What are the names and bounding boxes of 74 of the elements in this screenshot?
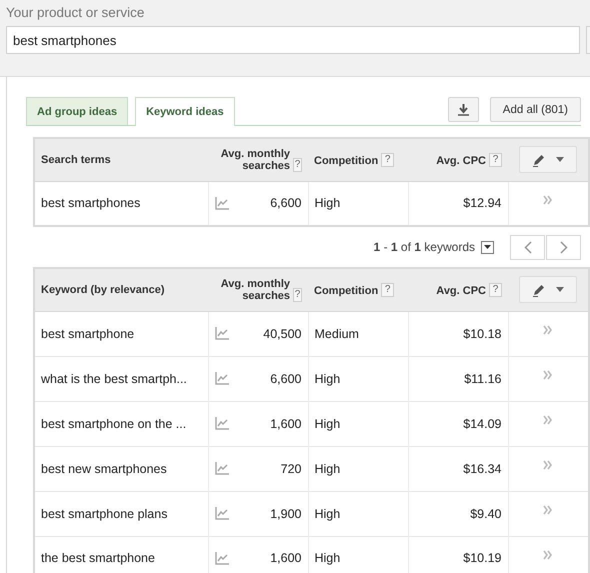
trend-chart-icon bbox=[214, 417, 228, 430]
pencil-icon bbox=[532, 152, 546, 167]
column-header: Search terms bbox=[41, 154, 111, 166]
double-chevron-icon bbox=[543, 324, 554, 334]
caret-icon bbox=[484, 245, 491, 249]
double-chevron-icon bbox=[543, 194, 554, 204]
keyword-cell: the best smartphone bbox=[41, 551, 155, 566]
edit-button[interactable] bbox=[519, 146, 577, 174]
add-all-button[interactable]: Add all (801) bbox=[490, 97, 581, 122]
competition-cell: High bbox=[314, 372, 340, 386]
keyword-cell: best smartphone bbox=[41, 326, 134, 340]
cpc-cell: $11.16 bbox=[464, 372, 502, 386]
column-header: Keyword (by relevance) bbox=[41, 284, 164, 296]
trend-chart-icon bbox=[214, 507, 228, 520]
cpc-cell: $12.94 bbox=[463, 196, 502, 210]
product-input-field[interactable]: best smartphones bbox=[6, 26, 580, 54]
column-header: Competition bbox=[314, 154, 378, 167]
help-icon[interactable]: ? bbox=[293, 288, 302, 302]
download-icon bbox=[458, 104, 469, 116]
column-header: Avg. monthly searches bbox=[220, 278, 290, 302]
competition-cell: High bbox=[314, 462, 340, 476]
tab[interactable]: Keyword ideas bbox=[135, 97, 235, 126]
searches-cell: 40,500 bbox=[263, 326, 302, 340]
chevron-left-icon bbox=[524, 240, 532, 254]
competition-cell: High bbox=[314, 506, 340, 520]
double-chevron-icon bbox=[543, 460, 554, 470]
pagination-text: 1 - 1 of 1 keywords bbox=[374, 240, 475, 254]
keyword-cell: best smartphones bbox=[41, 196, 140, 210]
cpc-cell: $16.34 bbox=[463, 462, 502, 476]
double-chevron-icon bbox=[543, 370, 554, 380]
cpc-cell: $10.18 bbox=[463, 326, 502, 340]
cpc-cell: $14.09 bbox=[463, 416, 502, 430]
edit-button[interactable] bbox=[519, 276, 577, 304]
searches-cell: 1,600 bbox=[270, 551, 302, 566]
keyword-cell: what is the best smartph... bbox=[41, 372, 187, 386]
column-header: Avg. CPC bbox=[436, 284, 486, 297]
trend-chart-icon bbox=[214, 462, 228, 475]
competition-cell: High bbox=[314, 551, 340, 566]
trend-chart-icon bbox=[214, 552, 228, 565]
double-chevron-icon bbox=[543, 504, 554, 514]
searches-cell: 720 bbox=[280, 462, 302, 476]
tab[interactable]: Ad group ideas bbox=[26, 97, 128, 125]
trend-chart-icon bbox=[214, 372, 228, 385]
searches-cell: 6,600 bbox=[270, 372, 302, 386]
column-header: Avg. monthly searches bbox=[220, 148, 290, 172]
help-icon[interactable]: ? bbox=[293, 158, 302, 172]
trend-chart-icon bbox=[214, 196, 228, 210]
searches-cell: 1,900 bbox=[270, 506, 302, 520]
caret-icon bbox=[556, 287, 564, 292]
download-button[interactable] bbox=[448, 97, 479, 122]
keyword-cell: best smartphone on the ... bbox=[41, 416, 186, 430]
help-icon[interactable]: ? bbox=[381, 282, 394, 297]
keyword-cell: best smartphone plans bbox=[41, 506, 168, 520]
cpc-cell: $9.40 bbox=[470, 506, 502, 520]
trend-chart-icon bbox=[214, 327, 228, 340]
competition-cell: High bbox=[314, 196, 340, 210]
help-icon[interactable]: ? bbox=[489, 282, 502, 297]
chevron-right-icon bbox=[560, 240, 568, 254]
caret-icon bbox=[556, 157, 564, 162]
help-icon[interactable]: ? bbox=[381, 152, 394, 167]
column-header: Competition bbox=[314, 284, 378, 297]
double-chevron-icon bbox=[543, 550, 554, 560]
searches-cell: 6,600 bbox=[270, 196, 302, 210]
cpc-cell: $10.19 bbox=[463, 551, 502, 566]
keyword-cell: best new smartphones bbox=[41, 462, 167, 476]
searches-cell: 1,600 bbox=[270, 416, 302, 430]
column-header: Avg. CPC bbox=[436, 154, 486, 167]
dropdown-icon[interactable] bbox=[481, 240, 494, 254]
help-icon[interactable]: ? bbox=[489, 152, 502, 167]
field-label: Your product or service bbox=[6, 5, 146, 22]
double-chevron-icon bbox=[543, 414, 554, 424]
pencil-icon bbox=[532, 282, 546, 297]
competition-cell: High bbox=[314, 416, 340, 430]
competition-cell: Medium bbox=[314, 326, 359, 340]
